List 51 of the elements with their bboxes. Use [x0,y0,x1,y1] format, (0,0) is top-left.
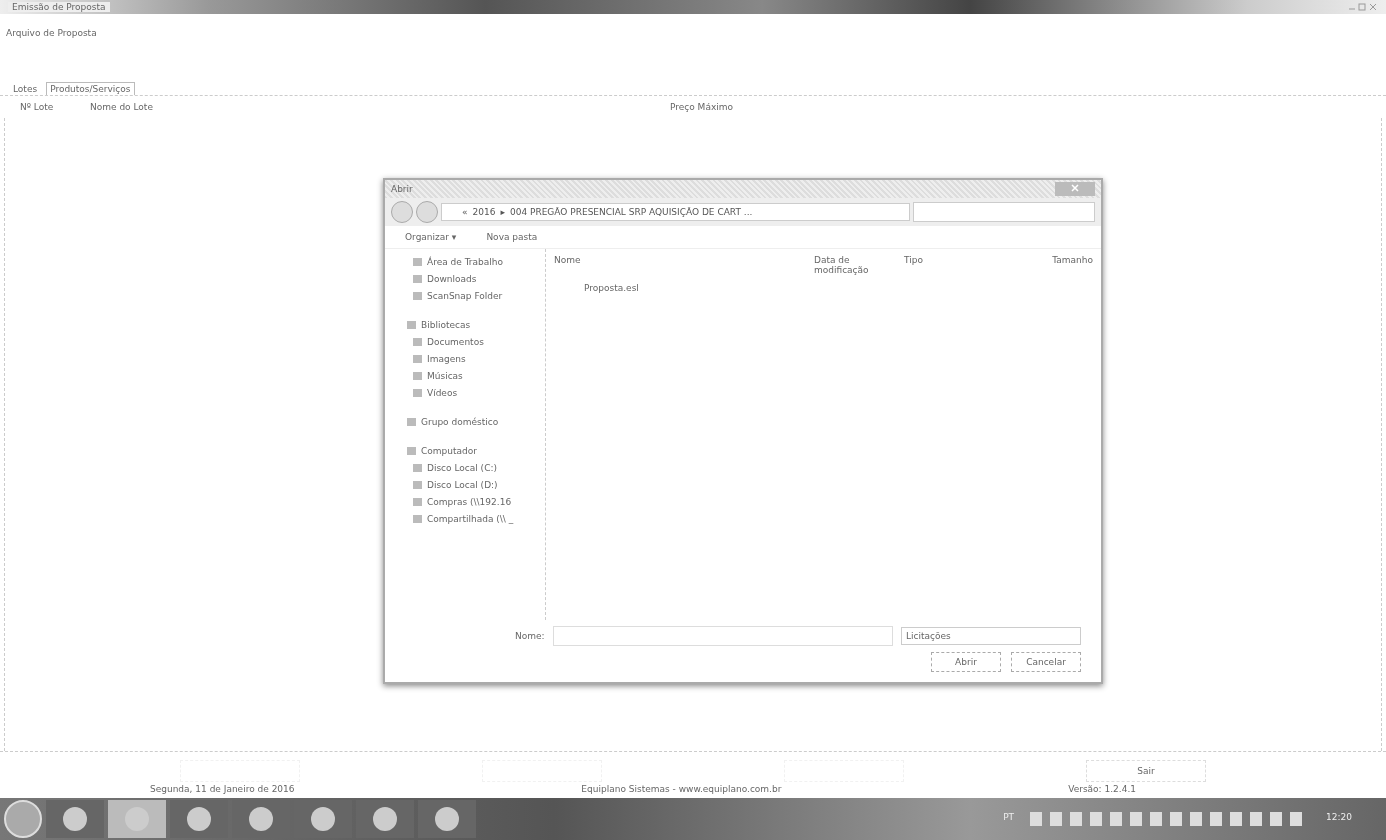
nav-item[interactable]: Imagens [385,350,545,367]
exit-button[interactable]: Sair [1086,760,1206,782]
cancel-button[interactable]: Cancelar [1011,652,1081,672]
nav-item[interactable]: Área de Trabalho [385,253,545,270]
status-date: Segunda, 11 de Janeiro de 2016 [150,784,295,794]
address-bar[interactable]: « 2016 ▸ 004 PREGÃO PRESENCIAL SRP AQUISIÇÃO DE CART ... [441,203,910,221]
toolbar-button[interactable]: Nova pasta [486,232,538,242]
taskbar-app-icon[interactable] [170,800,228,838]
tab[interactable]: Produtos/Serviços [46,82,135,95]
status-company: Equiplano Sistemas - www.equiplano.com.br [581,784,782,794]
nav-item[interactable]: Disco Local (C:) [385,459,545,476]
column-header[interactable]: Nome [554,255,814,275]
column-header: Preço Máximo [670,102,733,112]
nav-item[interactable]: Computador [385,442,545,459]
close-icon [1071,184,1079,192]
column-header[interactable]: Tipo [904,255,974,275]
nav-item[interactable]: ScanSnap Folder [385,287,545,304]
column-header[interactable]: Data de modificação [814,255,904,275]
taskbar-app-icon[interactable] [46,800,104,838]
filename-field[interactable] [552,626,893,646]
nav-item[interactable]: Disco Local (D:) [385,476,545,493]
window-title: Emissão de Proposta [8,2,110,12]
column-header[interactable]: Tamanho [1052,255,1093,275]
nav-item[interactable]: Downloads [385,270,545,287]
clock[interactable]: 12:20 [1326,812,1352,826]
forward-button[interactable] [416,201,438,223]
status-version: Versão: 1.2.4.1 [1068,784,1136,794]
back-button[interactable] [391,201,413,223]
close-button[interactable] [1055,182,1095,196]
column-header: Nome do Lote [90,102,154,112]
start-button[interactable] [4,800,42,838]
open-button[interactable]: Abrir [931,652,1001,672]
taskbar-app-icon[interactable] [418,800,476,838]
column-header: Nº Lote [20,102,55,112]
file-row[interactable]: Proposta.esl [554,279,1093,297]
window-controls-icon[interactable] [1348,3,1378,11]
tab[interactable]: Lotes [10,82,41,95]
nav-item[interactable]: Grupo doméstico [385,413,545,430]
nav-item[interactable]: Documentos [385,333,545,350]
taskbar-app-icon[interactable] [356,800,414,838]
nav-item[interactable]: Compartilhada (\\ _ [385,510,545,527]
nav-item[interactable]: Bibliotecas [385,316,545,333]
search-field[interactable] [913,202,1095,222]
nav-item[interactable]: Músicas [385,367,545,384]
file-type-dropdown[interactable]: Licitações [901,627,1081,645]
nav-item[interactable]: Vídeos [385,384,545,401]
menu-item[interactable]: Arquivo de Proposta [6,28,97,38]
dialog-title: Abrir [391,184,413,194]
toolbar-button[interactable]: Organizar ▾ [405,232,457,242]
nav-item[interactable]: Compras (\\192.16 [385,493,545,510]
filename-label: Nome: [515,631,545,641]
